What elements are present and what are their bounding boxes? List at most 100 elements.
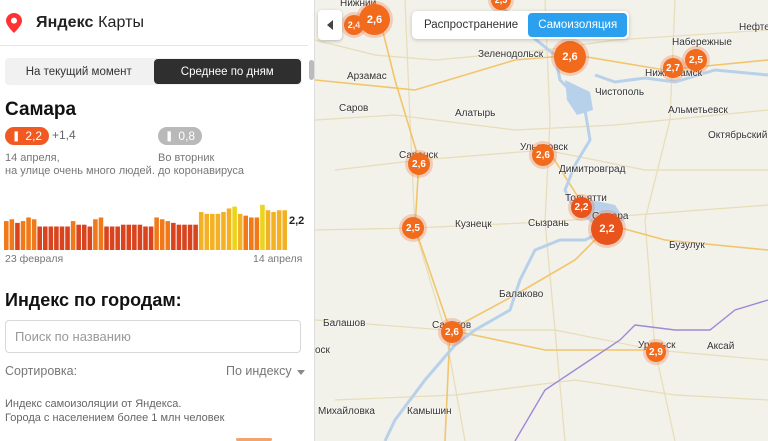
daily-bar[interactable] <box>81 224 87 250</box>
daily-bar[interactable] <box>260 204 265 250</box>
city-label: Арзамас <box>347 71 387 82</box>
daily-bar[interactable] <box>171 222 176 250</box>
daily-bar[interactable] <box>26 217 31 250</box>
daily-bar[interactable] <box>237 213 243 250</box>
daily-bar[interactable] <box>271 212 276 250</box>
pre-virus-badge: ❚ 0,8 <box>158 127 203 145</box>
daily-bar[interactable] <box>93 219 98 250</box>
index-cluster[interactable]: 2,5 <box>402 217 424 239</box>
daily-bar[interactable] <box>37 226 42 251</box>
daily-bar[interactable] <box>193 224 198 250</box>
index-cluster[interactable]: 2,2 <box>591 213 623 245</box>
city-label: Аксай <box>707 341 735 352</box>
city-label: Чистополь <box>595 87 645 98</box>
daily-bar[interactable] <box>165 221 171 250</box>
daily-bar[interactable] <box>187 224 193 250</box>
index-cluster[interactable]: 2,2 <box>571 197 592 218</box>
daily-bar[interactable] <box>120 224 126 250</box>
pre-virus-caption: Во вторник до коронавируса <box>158 152 298 178</box>
daily-bar[interactable] <box>204 213 210 250</box>
daily-bar[interactable] <box>282 210 287 250</box>
logo-product: Карты <box>98 14 145 31</box>
cities-index-title: Индекс по городам: <box>5 290 182 310</box>
city-search-input[interactable] <box>5 320 301 353</box>
daily-bar[interactable] <box>143 226 148 251</box>
index-cluster[interactable]: 2,6 <box>408 153 430 175</box>
daily-bar[interactable] <box>9 219 15 250</box>
tab-spread[interactable]: Распространение <box>414 13 528 37</box>
daily-bar[interactable] <box>137 224 143 250</box>
daily-bar[interactable] <box>210 213 215 250</box>
city-label: Михайловка <box>318 406 375 417</box>
daily-bar[interactable] <box>54 226 59 251</box>
daily-bar[interactable] <box>65 226 70 251</box>
tab-current[interactable]: На текущий момент <box>5 58 153 85</box>
daily-bar[interactable] <box>48 226 54 251</box>
daily-bar[interactable] <box>126 224 132 250</box>
daily-bar[interactable] <box>198 212 204 250</box>
index-caption: 14 апреля, на улице очень много людей. <box>5 152 155 178</box>
index-cluster[interactable]: 2,6 <box>359 4 390 35</box>
daily-bar[interactable] <box>226 208 232 250</box>
daily-bar[interactable] <box>104 226 109 251</box>
daily-bar[interactable] <box>87 226 93 251</box>
daily-bar[interactable] <box>31 219 37 250</box>
index-cluster[interactable]: 2,6 <box>532 144 554 166</box>
daily-bar[interactable] <box>70 221 76 250</box>
city-label: Камышин <box>407 406 452 417</box>
daily-bar[interactable] <box>159 219 165 250</box>
daily-bar[interactable] <box>254 217 260 250</box>
tab-self-isolation[interactable]: Самоизоляция <box>528 13 628 37</box>
index-cluster[interactable]: 2,9 <box>646 342 666 362</box>
map-mode-toggle: Распространение Самоизоляция <box>412 11 630 39</box>
daily-bar[interactable] <box>20 221 26 250</box>
city-label: Сызрань <box>528 218 569 229</box>
index-cluster[interactable]: 2,7 <box>663 58 683 78</box>
index-caption-line1: 14 апреля, <box>5 152 60 164</box>
daily-bar[interactable] <box>98 217 104 250</box>
sort-select[interactable]: По индексу <box>226 364 305 378</box>
map-pin-icon <box>6 13 22 33</box>
sort-label: Сортировка: <box>5 364 78 378</box>
daily-bar[interactable] <box>215 213 221 250</box>
daily-bar[interactable] <box>115 226 120 251</box>
chevron-down-icon <box>296 369 305 375</box>
footer-note-line1: Индекс самоизоляции от Яндекса. <box>5 398 182 410</box>
index-cluster[interactable]: 2,6 <box>554 41 586 73</box>
index-delta: +1,4 <box>52 128 76 142</box>
daily-bar[interactable] <box>15 222 20 250</box>
daily-bar[interactable] <box>76 224 81 250</box>
daily-bar[interactable] <box>148 226 154 251</box>
daily-bar[interactable] <box>109 226 115 251</box>
yandex-maps-logo[interactable]: Яндекс Карты <box>6 12 144 34</box>
index-badge: ❚ 2,2 <box>5 127 50 145</box>
person-icon: ❚ <box>165 130 174 142</box>
daily-bar[interactable] <box>249 217 254 250</box>
daily-bar[interactable] <box>182 224 187 250</box>
daily-bar[interactable] <box>42 226 48 251</box>
collapse-sidebar-button[interactable] <box>318 10 342 40</box>
daily-bar[interactable] <box>221 212 226 250</box>
city-label: оск <box>315 345 330 356</box>
pre-virus-value: 0,8 <box>178 129 196 143</box>
daily-bar[interactable] <box>154 217 159 250</box>
header-divider <box>0 45 308 46</box>
daily-index-bars[interactable] <box>4 203 288 250</box>
city-label: Бузулук <box>669 240 705 251</box>
daily-bar[interactable] <box>243 215 249 250</box>
daily-bar[interactable] <box>265 210 271 250</box>
index-value: 2,2 <box>25 129 43 143</box>
bars-last-value: 2,2 <box>289 215 305 227</box>
daily-bar[interactable] <box>4 221 9 250</box>
daily-bar[interactable] <box>176 224 182 250</box>
map-canvas[interactable]: Нижний Набережные Нефте Зеленодольск Ниж… <box>315 0 768 441</box>
city-label: Кузнецк <box>455 219 492 230</box>
index-cluster[interactable]: 2,5 <box>685 49 707 71</box>
sidebar: Яндекс Карты На текущий момент Среднее п… <box>0 0 308 441</box>
index-cluster[interactable]: 2,6 <box>441 321 463 343</box>
tab-daily-average[interactable]: Среднее по дням <box>153 59 301 84</box>
daily-bar[interactable] <box>232 206 237 250</box>
daily-bar[interactable] <box>276 210 282 250</box>
daily-bar[interactable] <box>132 224 137 250</box>
daily-bar[interactable] <box>59 226 65 251</box>
